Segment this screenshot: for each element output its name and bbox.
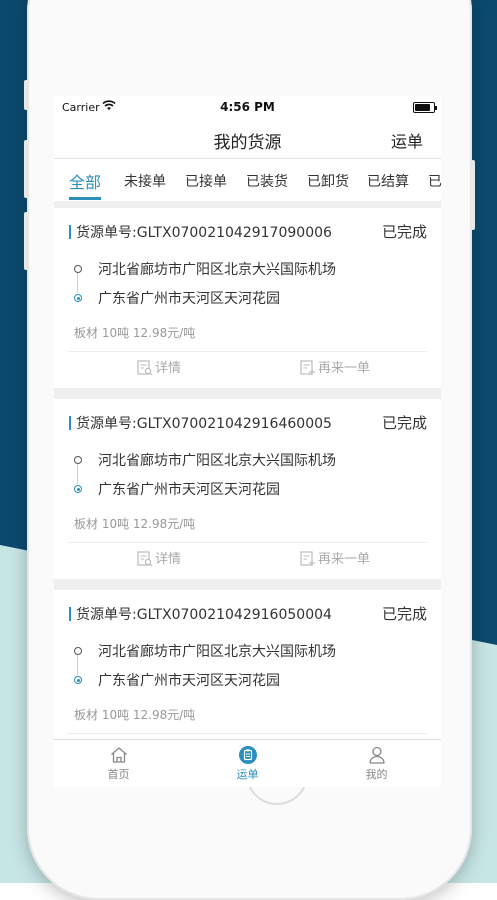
status-bar: Carrier 4:56 PM (54, 96, 441, 118)
nav-bar: 我的货源 运单 (54, 118, 441, 159)
card-divider (68, 351, 427, 352)
tab-accepted[interactable]: 已接单 (185, 171, 227, 191)
tab-all[interactable]: 全部 (69, 169, 101, 193)
reorder-label: 再来一单 (318, 361, 371, 376)
bottom-tab-bar: 首页 运单 我的 (54, 739, 441, 787)
destination-dot-icon (74, 294, 82, 302)
route-connector (77, 273, 78, 293)
accent-bar (69, 607, 71, 621)
home-icon (110, 747, 127, 763)
origin-dot-icon (74, 265, 82, 273)
order-number: 货源单号:GLTX070021042916050004 (69, 604, 332, 624)
app-screen: Carrier 4:56 PM 我的货源 运单 全部 未接单 已接单 已装货 已… (54, 96, 441, 787)
clipboard-icon (238, 746, 257, 764)
origin-address: 河北省廊坊市广阳区北京大兴国际机场 (98, 453, 336, 469)
route-connector (77, 655, 78, 675)
tab-unloaded[interactable]: 已卸货 (307, 171, 349, 191)
waybill-nav-button[interactable]: 运单 (391, 128, 423, 152)
tabbar-waybill[interactable]: 运单 (183, 740, 312, 787)
reorder-icon (300, 360, 315, 375)
order-number: 货源单号:GLTX070021042916460005 (69, 413, 332, 433)
cargo-info: 板材 10吨 12.98元/吨 (74, 517, 196, 531)
destination-address: 广东省广州市天河区天河花园 (98, 482, 280, 498)
origin-dot-icon (74, 647, 82, 655)
cargo-info: 板材 10吨 12.98元/吨 (74, 708, 196, 722)
detail-icon (137, 360, 153, 376)
order-number-text: 货源单号:GLTX070021042916050004 (76, 607, 332, 623)
tabbar-waybill-label: 运单 (236, 768, 259, 781)
tabbar-home-label: 首页 (107, 768, 130, 781)
cargo-info: 板材 10吨 12.98元/吨 (74, 326, 196, 340)
accent-bar (69, 225, 71, 239)
silent-switch (24, 80, 28, 110)
card-divider (68, 733, 427, 734)
tab-overflow[interactable]: 已 (428, 171, 441, 191)
reorder-button[interactable]: 再来一单 (300, 357, 370, 376)
reorder-icon (300, 551, 315, 566)
power-button (471, 160, 475, 230)
status-tabs: 全部 未接单 已接单 已装货 已卸货 已结算 已 (54, 159, 441, 201)
detail-button[interactable]: 详情 (137, 548, 181, 567)
destination-dot-icon (74, 676, 82, 684)
order-card[interactable]: 货源单号:GLTX070021042916050004 已完成 河北省廊坊市广阳… (54, 590, 441, 740)
tabbar-mine[interactable]: 我的 (312, 740, 441, 787)
reorder-label: 再来一单 (318, 552, 371, 567)
order-card[interactable]: 货源单号:GLTX070021042916460005 已完成 河北省廊坊市广阳… (54, 399, 441, 579)
battery-icon (413, 102, 437, 113)
order-number-text: 货源单号:GLTX070021042917090006 (76, 225, 332, 241)
active-tab-indicator (69, 197, 101, 200)
order-number-text: 货源单号:GLTX070021042916460005 (76, 416, 332, 432)
volume-up-button (24, 140, 28, 198)
order-status: 已完成 (381, 414, 427, 432)
route-connector (77, 464, 78, 484)
origin-address: 河北省廊坊市广阳区北京大兴国际机场 (98, 644, 336, 660)
destination-address: 广东省广州市天河区天河花园 (98, 291, 280, 307)
status-time: 4:56 PM (220, 100, 275, 114)
card-divider (68, 542, 427, 543)
tabbar-home[interactable]: 首页 (54, 740, 183, 787)
tab-not-accepted[interactable]: 未接单 (124, 171, 166, 191)
accent-bar (69, 416, 71, 430)
reorder-button[interactable]: 再来一单 (300, 548, 370, 567)
origin-dot-icon (74, 456, 82, 464)
detail-label: 详情 (155, 361, 182, 376)
tab-loaded[interactable]: 已装货 (246, 171, 288, 191)
order-card[interactable]: 货源单号:GLTX070021042917090006 已完成 河北省廊坊市广阳… (54, 208, 441, 388)
order-status: 已完成 (381, 223, 427, 241)
detail-button[interactable]: 详情 (137, 357, 181, 376)
tabbar-mine-label: 我的 (365, 768, 388, 781)
origin-address: 河北省廊坊市广阳区北京大兴国际机场 (98, 262, 336, 278)
page-title: 我的货源 (213, 133, 282, 153)
volume-down-button (24, 212, 28, 270)
user-icon (368, 746, 385, 764)
destination-address: 广东省广州市天河区天河花园 (98, 673, 280, 689)
tab-settled[interactable]: 已结算 (367, 171, 409, 191)
destination-dot-icon (74, 485, 82, 493)
order-status: 已完成 (381, 605, 427, 623)
order-number: 货源单号:GLTX070021042917090006 (69, 222, 332, 242)
detail-label: 详情 (155, 552, 182, 567)
detail-icon (137, 551, 153, 567)
